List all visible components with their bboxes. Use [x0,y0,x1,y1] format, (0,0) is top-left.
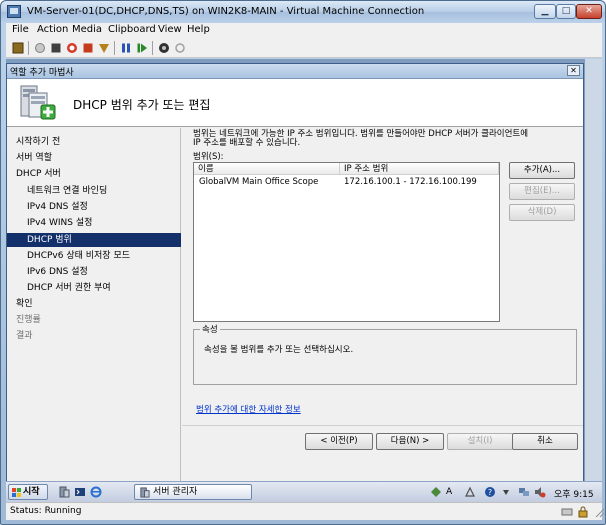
internet-explorer-icon[interactable] [90,486,102,498]
menu-file[interactable]: File [12,24,29,35]
edit-scope-button[interactable]: 편집(E)... [509,183,575,200]
wizard-close-button[interactable]: ✕ [567,65,580,76]
revert-icon[interactable] [174,42,186,54]
nav-ipv6-dns[interactable]: IPv6 DNS 설정 [7,265,181,279]
wizard-content: 범위는 네트워크에 가능한 IP 주소 범위입니다. 범위를 만들어야만 DHC… [182,128,583,485]
task-label: 서버 관리자 [153,487,198,497]
nav-dhcpv6-stateless[interactable]: DHCPv6 상태 비저장 모드 [7,249,181,263]
wizard-window-title: 역할 추가 마법사 [10,68,74,78]
nav-dhcp-authorization[interactable]: DHCP 서버 권한 부여 [7,281,181,295]
add-scope-button[interactable]: 추가(A)... [509,162,575,179]
nav-progress: 진행률 [16,315,41,325]
description-line-2: IP 주소를 배포할 수 있습니다. [193,138,301,148]
add-roles-wizard: 역할 추가 마법사 ✕ DHCP 범위 추가 또는 편집 시작하기 전 서버 역… [6,63,584,485]
wizard-sidebar: 시작하기 전 서버 역할 DHCP 서버 네트워크 연결 바인딩 IPv4 DN… [7,128,181,485]
page-title: DHCP 범위 추가 또는 편집 [73,98,211,112]
wizard-header: DHCP 범위 추가 또는 편집 [7,79,583,127]
nav-before-you-begin[interactable]: 시작하기 전 [7,135,181,149]
column-header-ip-range[interactable]: IP 주소 범위 [340,163,499,175]
footer-divider [182,425,583,426]
ctrl-alt-del-icon[interactable] [12,42,24,54]
menu-media[interactable]: Media [72,24,102,35]
ime-indicator[interactable]: A [446,487,452,497]
server-role-icon [20,85,56,120]
nav-dhcp-server[interactable]: DHCP 서버 [7,167,181,181]
volume-muted-icon[interactable] [534,486,546,498]
previous-button[interactable]: < 이전(P) [305,433,373,450]
nav-dhcp-scopes[interactable]: DHCP 범위 [7,233,181,247]
vm-connection-window: VM-Server-01(DC,DHCP,DNS,TS) on WIN2K8-M… [0,0,606,525]
scope-name-cell: GlobalVM Main Office Scope [199,177,319,187]
start-button[interactable]: 시작 [8,484,48,500]
server-manager-quicklaunch-icon[interactable] [58,486,70,498]
guest-vertical-scrollbar[interactable] [585,59,602,485]
more-info-link[interactable]: 범위 추가에 대한 자세한 정보 [196,403,301,415]
nav-confirmation[interactable]: 확인 [7,297,181,311]
nav-network-binding[interactable]: 네트워크 연결 바인딩 [7,184,181,198]
guest-taskbar: 시작 서버 관리자 A ? 오후 9:15 [6,481,602,502]
column-header-name[interactable]: 이름 [194,163,340,175]
help-icon[interactable]: ? [484,486,496,498]
minimize-button[interactable]: ▁ [534,4,556,19]
scopes-label: 범위(S): [193,152,224,162]
server-manager-icon [140,487,150,498]
menu-clipboard[interactable]: Clipboard [108,24,156,35]
scope-description: 범위는 네트워크에 가능한 IP 주소 범위입니다. 범위를 만들어야만 DHC… [193,130,579,148]
delete-scope-button[interactable]: 삭제(D) [509,204,575,221]
vm-titlebar: VM-Server-01(DC,DHCP,DNS,TS) on WIN2K8-M… [1,1,605,23]
next-button[interactable]: 다음(N) > [376,433,444,450]
vm-window-title: VM-Server-01(DC,DHCP,DNS,TS) on WIN2K8-M… [27,6,425,17]
menu-action[interactable]: Action [37,24,68,35]
properties-group: 속성 속성을 볼 범위를 추가 또는 선택하십시오. [193,323,577,385]
powershell-icon[interactable] [74,486,86,498]
vm-toolbar [6,38,602,58]
scopes-list[interactable]: 이름 IP 주소 범위 GlobalVM Main Office Scope 1… [193,162,500,322]
start-label: 시작 [23,487,40,497]
wizard-titlebar: 역할 추가 마법사 ✕ [7,64,583,79]
close-button[interactable]: ✕ [576,4,602,19]
reset-icon[interactable] [136,42,148,54]
install-button[interactable]: 설치(I) [447,433,513,450]
properties-text: 속성을 볼 범위를 추가 또는 선택하십시오. [204,345,354,355]
network-icon[interactable] [518,486,530,498]
nav-server-roles[interactable]: 서버 역할 [7,151,181,165]
taskbar-server-manager[interactable]: 서버 관리자 [134,484,252,500]
vm-statusbar: Status: Running [6,502,605,520]
vm-menubar: File Action Media Clipboard View Help [6,23,602,38]
keyboard-icon [561,508,573,516]
nav-results: 결과 [16,331,33,341]
vm-status: Status: Running [10,506,82,516]
menu-view[interactable]: View [158,24,182,35]
resize-grip-icon[interactable] [593,506,605,518]
svg-text:?: ? [488,488,492,497]
cancel-button[interactable]: 취소 [512,433,578,450]
vm-app-icon [7,5,21,18]
turn-off-icon[interactable] [50,42,62,54]
save-state-icon[interactable] [82,42,94,54]
pause-icon[interactable] [120,42,132,54]
menu-help[interactable]: Help [187,24,210,35]
ime-settings-icon[interactable] [500,486,512,498]
snapshot-icon[interactable] [158,42,170,54]
clock: 오후 9:15 [554,490,594,500]
scope-range-cell: 172.16.100.1 - 172.16.100.199 [344,177,477,187]
nav-ipv4-dns[interactable]: IPv4 DNS 설정 [7,200,181,214]
maximize-button[interactable]: □ [556,4,576,19]
shut-down-icon[interactable] [66,42,78,54]
lock-icon [578,506,588,518]
guest-screen: 역할 추가 마법사 ✕ DHCP 범위 추가 또는 편집 시작하기 전 서버 역… [6,59,602,498]
windows-logo-icon [12,488,21,497]
start-icon[interactable] [34,42,46,54]
nav-ipv4-wins[interactable]: IPv4 WINS 설정 [7,216,181,230]
ime-tool-icon[interactable] [464,486,476,498]
language-bar-icon[interactable] [430,486,442,498]
properties-label: 속성 [200,323,220,335]
turn-on-icon[interactable] [98,42,110,54]
